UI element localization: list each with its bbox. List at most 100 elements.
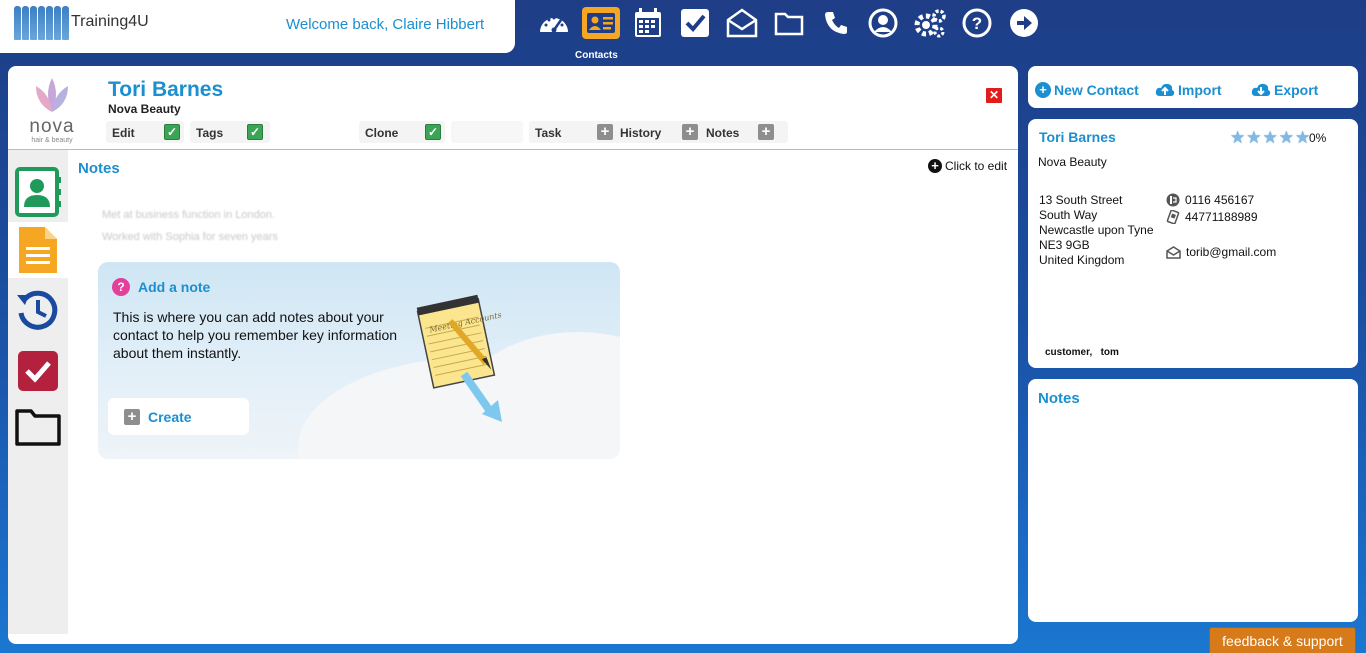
envelope-icon xyxy=(1166,245,1181,259)
nav-dashboard[interactable] xyxy=(530,6,577,40)
logo-subtitle: hair & beauty xyxy=(31,137,73,144)
new-contact-label: New Contact xyxy=(1054,82,1139,98)
new-contact-button[interactable]: + New Contact xyxy=(1035,82,1139,98)
rating-stars[interactable]: ★ ★ ★ ★ ★ xyxy=(1230,129,1310,146)
app-name: Training4U xyxy=(71,13,149,30)
header-divider xyxy=(8,149,1018,150)
plus-icon: + xyxy=(758,124,774,140)
contact-detail-panel: nova hair & beauty Tori Barnes Nova Beau… xyxy=(8,66,1018,644)
files-tab[interactable] xyxy=(14,402,62,452)
summary-company: Nova Beauty xyxy=(1038,155,1107,169)
notes-action[interactable]: Notes + xyxy=(700,121,788,143)
folder-icon xyxy=(774,12,803,36)
star-icon[interactable]: ★ xyxy=(1279,129,1294,146)
address-line: 13 South Street xyxy=(1039,193,1123,207)
create-note-button[interactable]: + Create xyxy=(108,398,249,435)
contact-details-tab[interactable] xyxy=(14,166,62,218)
task-label: Task xyxy=(535,126,562,140)
address-line: Newcastle upon Tyne xyxy=(1039,223,1154,237)
notes-label: Notes xyxy=(706,126,740,140)
star-icon[interactable]: ★ xyxy=(1295,129,1310,146)
existing-note-line: Met at business function in London. xyxy=(102,209,276,221)
nav-calls[interactable] xyxy=(812,6,859,40)
active-nav-label: Contacts xyxy=(575,50,618,61)
feedback-support-button[interactable]: feedback & support xyxy=(1209,627,1356,653)
notes-tab[interactable] xyxy=(8,222,68,278)
star-icon[interactable]: ★ xyxy=(1263,129,1278,146)
check-icon: ✓ xyxy=(425,124,441,140)
address-block: 13 South Street South Way Newcastle upon… xyxy=(1039,193,1154,268)
address-line: United Kingdom xyxy=(1039,253,1125,267)
nav-settings[interactable] xyxy=(906,6,953,40)
logo-word: nova xyxy=(29,116,75,137)
notes-panel-title: Notes xyxy=(1038,390,1080,407)
create-label: Create xyxy=(148,409,192,425)
history-action[interactable]: History + xyxy=(614,121,702,143)
notepad-illustration-icon: Meeting Accounts xyxy=(416,294,502,422)
import-label: Import xyxy=(1178,82,1222,98)
training4u-logo-icon xyxy=(14,6,69,40)
help-icon: ? xyxy=(962,8,991,38)
cloud-download-icon xyxy=(1251,83,1271,96)
nav-mail[interactable] xyxy=(718,6,765,40)
tasks-icon xyxy=(680,9,709,37)
contact-toolbar: + New Contact Import Export xyxy=(1028,66,1358,108)
completion-percent: 0% xyxy=(1309,131,1327,145)
tags-action[interactable]: Tags ✓ xyxy=(190,121,270,143)
export-button[interactable]: Export xyxy=(1251,82,1318,98)
history-tab[interactable] xyxy=(14,284,62,336)
existing-note-line: Worked with Sophia for seven years xyxy=(102,231,278,243)
star-icon[interactable]: ★ xyxy=(1246,129,1261,146)
document-icon xyxy=(19,227,57,273)
task-check-icon xyxy=(18,351,58,391)
nav-account[interactable] xyxy=(859,6,906,40)
import-button[interactable]: Import xyxy=(1155,82,1222,98)
address-line: South Way xyxy=(1039,208,1098,222)
blank-action-slot xyxy=(451,121,523,143)
star-icon[interactable]: ★ xyxy=(1230,129,1245,146)
clone-label: Clone xyxy=(365,126,399,140)
nav-contacts[interactable] xyxy=(577,6,624,40)
nav-help[interactable]: ? xyxy=(953,6,1000,40)
plus-circle-icon: + xyxy=(1035,82,1051,98)
add-note-description: This is where you can add notes about yo… xyxy=(113,309,398,361)
help-icon: ? xyxy=(112,278,130,296)
nav-logout[interactable] xyxy=(1000,6,1047,40)
phone-number[interactable]: 0116 456167 xyxy=(1166,193,1254,207)
nav-calendar[interactable] xyxy=(624,6,671,40)
phone-icon xyxy=(824,12,847,34)
contacts-icon xyxy=(586,13,615,33)
address-line: NE3 9GB xyxy=(1039,238,1090,252)
brand-header: Training4U Welcome back, Claire Hibbert xyxy=(0,0,515,53)
top-navigation: ? xyxy=(530,6,1047,40)
click-to-edit-button[interactable]: + Click to edit xyxy=(928,159,1007,173)
close-icon[interactable]: ✕ xyxy=(986,88,1002,103)
contact-company: Nova Beauty xyxy=(108,102,181,116)
tasks-tab[interactable] xyxy=(14,346,62,396)
clone-action[interactable]: Clone ✓ xyxy=(359,121,445,143)
telephone-icon xyxy=(1166,193,1180,207)
lotus-icon xyxy=(36,78,68,112)
task-action[interactable]: Task + xyxy=(529,121,617,143)
mobile-number[interactable]: 44771188989 xyxy=(1166,210,1258,224)
mail-icon xyxy=(726,8,757,38)
edit-action[interactable]: Edit ✓ xyxy=(106,121,184,143)
check-icon: ✓ xyxy=(164,124,180,140)
email-value: torib@gmail.com xyxy=(1186,245,1277,259)
contact-tags: customer, tom xyxy=(1045,347,1119,358)
plus-circle-icon: + xyxy=(928,159,942,173)
plus-icon: + xyxy=(124,409,140,425)
nav-tasks[interactable] xyxy=(671,6,718,40)
settings-icon xyxy=(914,9,946,38)
company-logo: nova hair & beauty xyxy=(22,74,82,144)
cloud-upload-icon xyxy=(1155,83,1175,96)
welcome-message: Welcome back, Claire Hibbert xyxy=(286,16,485,33)
contact-card-icon xyxy=(15,167,61,217)
mobile-value: 44771188989 xyxy=(1185,210,1258,224)
click-to-edit-label: Click to edit xyxy=(945,159,1008,173)
add-note-title: Add a note xyxy=(138,279,211,295)
email-address[interactable]: torib@gmail.com xyxy=(1166,245,1276,259)
notes-section-title: Notes xyxy=(78,160,120,177)
summary-contact-name[interactable]: Tori Barnes xyxy=(1039,129,1116,145)
nav-files[interactable] xyxy=(765,6,812,40)
